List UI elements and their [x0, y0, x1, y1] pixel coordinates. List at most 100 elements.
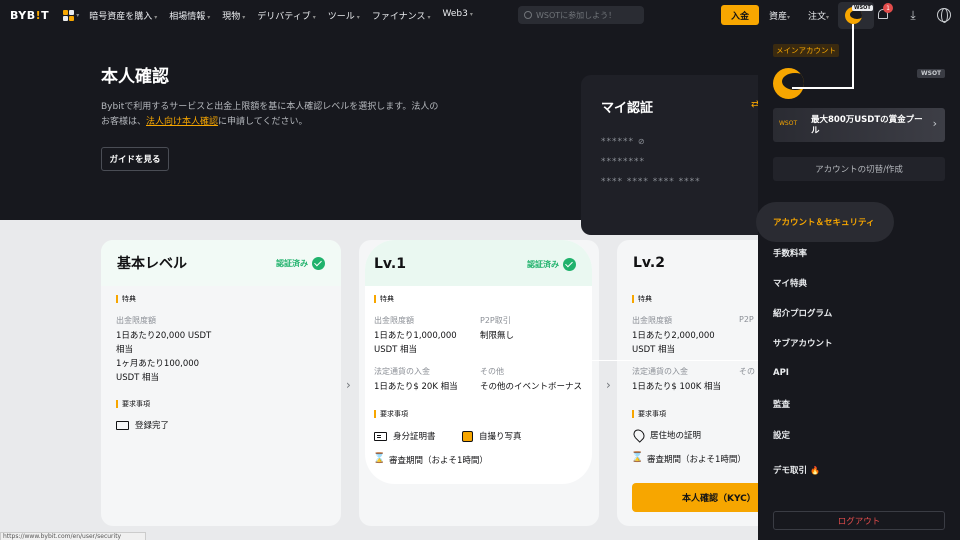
menu-my-rewards[interactable]: マイ特典: [773, 277, 807, 289]
main-account-tag: メインアカウント: [773, 44, 839, 57]
my-cert-line1: ****** ⊘: [601, 137, 646, 147]
deposit-button[interactable]: 入金: [721, 5, 759, 25]
account-dropdown-panel: メインアカウント WSOT WSOT 最大800万USDTの賞金プール › アカ…: [756, 30, 960, 540]
limit-line4: USDT 相当: [116, 373, 160, 383]
level-card-lv1: Lv.1 認証済み 特典 出金限度額 P2P取引 1日あたり1,000,000 …: [365, 240, 592, 484]
fiat-value: 1日あたり$ 100K 相当: [632, 382, 722, 392]
eye-hidden-icon[interactable]: ⊘: [638, 137, 646, 146]
orders-label: 注文: [808, 12, 827, 22]
hero-desc-post: に申請してください。: [218, 117, 308, 127]
hero-description: Bybitで利用するサービスと出金上限額を基に本人確認レベルを選択します。法人の…: [101, 100, 491, 130]
limit-line1: 1日あたり1,000,000: [374, 331, 457, 341]
my-cert-title: マイ認証: [601, 101, 654, 116]
limit-line1: 1日あたり2,000,000: [632, 331, 715, 341]
menu-api[interactable]: API: [773, 368, 789, 378]
menu-spot[interactable]: 現物: [222, 9, 245, 22]
limit-line2: 相当: [116, 345, 134, 355]
check-icon: [563, 258, 576, 271]
menu-demo-trading[interactable]: デモ取引 🔥: [773, 464, 820, 476]
req-id-document: 身分証明書: [374, 430, 436, 442]
p2p-value: 制限無し: [480, 331, 515, 341]
kyc-verify-button[interactable]: 本人確認（KYC）: [632, 483, 772, 512]
hero-desc-pre: お客様は、: [101, 117, 147, 127]
account-avatar-button[interactable]: WSOT: [838, 2, 874, 29]
next-arrow-icon-2[interactable]: ›: [606, 378, 611, 392]
status-bar-url: https://www.bybit.com/en/user/security: [0, 532, 146, 540]
req-review-period: 審査期間（およそ1時間）: [373, 453, 488, 467]
menu-referral[interactable]: 紹介プログラム: [773, 307, 832, 319]
menu-derivatives[interactable]: デリバティブ: [257, 9, 315, 22]
fiat-value: 1日あたり$ 20K 相当: [374, 382, 458, 392]
apps-grid-icon: [63, 9, 75, 21]
wsot-banner-icon: WSOT: [779, 120, 798, 127]
orders-menu[interactable]: 注文▾: [808, 9, 829, 22]
menu-account-security[interactable]: アカウント＆セキュリティ: [773, 216, 875, 228]
menu-fee-rates[interactable]: 手数料率: [773, 247, 807, 259]
callout-line-avatar-v: [852, 24, 854, 88]
my-cert-line3: **** **** **** ****: [601, 177, 701, 187]
level-name: 基本レベル: [117, 256, 187, 272]
other-label: その他: [480, 367, 504, 376]
notification-bell-icon[interactable]: 1: [877, 3, 893, 21]
hourglass-icon: [373, 453, 385, 466]
menu-settings[interactable]: 設定: [773, 429, 790, 441]
menu-markets[interactable]: 相場情報: [169, 9, 210, 22]
apps-menu[interactable]: ▾: [63, 9, 79, 21]
callout-line-avatar-h: [792, 87, 854, 89]
search-placeholder: WSOTに参加しよう！: [536, 10, 617, 20]
other-value: その他のイベントボーナス: [480, 382, 583, 392]
page-title: 本人確認: [101, 67, 169, 87]
promo-banner[interactable]: WSOT 最大800万USDTの賞金プール ›: [773, 108, 945, 142]
limit-line3: 1ヶ月あたり100,000: [116, 359, 200, 369]
switch-account-button[interactable]: アカウントの切替/作成: [773, 157, 945, 181]
selfie-icon: [462, 430, 473, 442]
search-input[interactable]: WSOTに参加しよう！: [518, 6, 644, 24]
verified-badge: 認証済み: [527, 258, 576, 271]
req-selfie: 自撮り写真: [462, 430, 522, 442]
menu-finance[interactable]: ファイナンス: [372, 9, 431, 22]
logout-button[interactable]: ログアウト: [773, 511, 945, 530]
fiat-label: 法定通貨の入金: [374, 367, 430, 376]
download-icon[interactable]: ⤓: [906, 8, 920, 22]
limit-label: 出金限度額: [632, 316, 672, 325]
req-registration: 登録完了: [116, 419, 169, 431]
assets-menu[interactable]: 資産▾: [769, 9, 790, 22]
assets-label: 資産: [769, 12, 788, 22]
avatar-wsot-tag: WSOT: [852, 5, 873, 11]
limit-label: 出金限度額: [116, 316, 156, 325]
level-name: Lv.2: [633, 255, 665, 271]
check-icon: [312, 256, 325, 270]
menu-subaccounts[interactable]: サブアカウント: [773, 337, 833, 349]
search-icon: [524, 11, 532, 19]
mail-icon: [116, 420, 129, 430]
requirements-label: 要求事項: [632, 410, 666, 418]
fiat-label: 法定通貨の入金: [632, 367, 688, 376]
main-menu: 暗号資産を購入 相場情報 現物 デリバティブ ツール ファイナンス Web3: [89, 9, 473, 22]
callout-line-horizontal: [592, 360, 763, 361]
benefits-label: 特典: [374, 295, 394, 303]
corporate-kyc-link[interactable]: 法人向け本人確認: [146, 117, 218, 127]
req-review-period: 審査期間（およそ1時間）: [631, 452, 746, 466]
menu-web3[interactable]: Web3: [442, 9, 472, 22]
menu-audit[interactable]: 監査: [773, 398, 790, 410]
globe-icon[interactable]: [937, 8, 951, 23]
menu-buy-crypto[interactable]: 暗号資産を購入: [89, 9, 157, 22]
notification-badge: 1: [883, 3, 893, 13]
p2p-label: P2P: [739, 315, 754, 324]
panel-avatar-icon: [773, 68, 804, 99]
next-arrow-icon[interactable]: ›: [346, 378, 351, 392]
bybit-logo[interactable]: BYB!T: [10, 9, 49, 22]
menu-tools[interactable]: ツール: [328, 9, 360, 22]
limit-line1: 1日あたり20,000 USDT: [116, 331, 212, 341]
level-card-basic: 基本レベル 認証済み 特典 出金限度額 1日あたり20,000 USDT 相当 …: [101, 240, 351, 526]
my-cert-line2: ********: [601, 157, 645, 167]
limit-line2: USDT 相当: [374, 345, 418, 355]
view-guide-button[interactable]: ガイドを見る: [101, 147, 169, 171]
my-certification-card: マイ認証 ⇄ ****** ⊘ ******** **** **** **** …: [581, 75, 781, 235]
requirements-label: 要求事項: [116, 400, 150, 408]
hero-desc-line1: Bybitで利用するサービスと出金上限額を基に本人確認レベルを選択します。法人の: [101, 102, 439, 112]
location-pin-icon: [631, 427, 647, 443]
wsot-badge: WSOT: [917, 69, 946, 78]
chevron-right-icon: ›: [932, 117, 937, 130]
verified-badge: 認証済み: [276, 256, 325, 270]
